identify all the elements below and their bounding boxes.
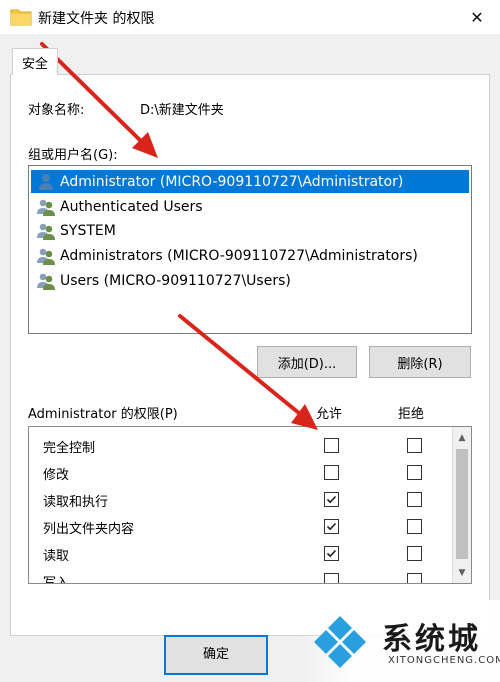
allow-checkbox[interactable]	[324, 573, 339, 583]
scroll-down-icon[interactable]: ▼	[453, 564, 471, 581]
group-users-icon	[37, 199, 55, 216]
tab-security-label: 安全	[21, 56, 48, 72]
perm-row-write: 写入	[29, 567, 449, 584]
group-users-icon	[37, 248, 55, 265]
title-bar: 新建文件夹 的权限 ✕	[0, 0, 500, 35]
user-name: Authenticated Users	[60, 198, 203, 215]
perm-name: 列出文件夹内容	[43, 522, 135, 537]
perm-row-modify: 修改	[29, 459, 449, 486]
deny-checkbox[interactable]	[407, 519, 422, 534]
perm-name: 写入	[43, 576, 70, 584]
deny-checkbox[interactable]	[407, 492, 422, 507]
deny-checkbox[interactable]	[407, 546, 422, 561]
perm-name: 完全控制	[43, 441, 96, 456]
perm-name: 读取和执行	[43, 495, 109, 510]
deny-header: 拒绝	[398, 407, 425, 422]
user-row-system[interactable]: SYSTEM	[31, 219, 469, 242]
perm-name: 读取	[43, 549, 70, 564]
user-row-administrators[interactable]: Administrators (MICRO-909110727\Administ…	[31, 244, 469, 267]
perm-row-list-folder: 列出文件夹内容	[29, 513, 449, 540]
perm-row-full-control: 完全控制	[29, 432, 449, 459]
perm-row-read: 读取	[29, 540, 449, 567]
watermark-text: 系统城	[382, 622, 481, 657]
perm-name: 修改	[43, 468, 70, 483]
groups-label: 组或用户名(G):	[28, 148, 118, 163]
permissions-table: 完全控制 修改 读取和执行 列出文件夹内容 读取 写入 ▲ ▼	[28, 426, 472, 584]
user-name: Administrator (MICRO-909110727\Administr…	[60, 173, 404, 190]
watermark-subtext: XITONGCHENG.COM	[388, 655, 500, 666]
user-row-authenticated-users[interactable]: Authenticated Users	[31, 195, 469, 218]
allow-header: 允许	[316, 407, 343, 422]
group-users-icon	[37, 223, 55, 240]
checkmark-icon	[326, 549, 337, 558]
close-button[interactable]: ✕	[454, 0, 500, 34]
deny-checkbox[interactable]	[407, 465, 422, 480]
checkmark-icon	[326, 522, 337, 531]
group-users-icon	[37, 273, 55, 290]
user-row-users[interactable]: Users (MICRO-909110727\Users)	[31, 269, 469, 292]
allow-checkbox[interactable]	[324, 546, 339, 561]
user-name: Administrators (MICRO-909110727\Administ…	[60, 247, 418, 264]
perm-row-read-execute: 读取和执行	[29, 486, 449, 513]
single-user-icon	[39, 173, 53, 190]
allow-checkbox[interactable]	[324, 465, 339, 480]
allow-checkbox[interactable]	[324, 519, 339, 534]
ok-button[interactable]: 确定	[164, 635, 268, 675]
tab-security[interactable]: 安全	[12, 48, 58, 75]
folder-icon	[10, 9, 32, 26]
deny-checkbox[interactable]	[407, 438, 422, 453]
allow-checkbox[interactable]	[324, 438, 339, 453]
deny-checkbox[interactable]	[407, 573, 422, 583]
user-row-administrator[interactable]: Administrator (MICRO-909110727\Administr…	[31, 170, 469, 193]
close-icon: ✕	[470, 7, 484, 27]
object-name-value: D:\新建文件夹	[140, 103, 224, 118]
user-name: SYSTEM	[60, 222, 116, 239]
object-name-label: 对象名称:	[28, 103, 85, 118]
scroll-up-icon[interactable]: ▲	[453, 429, 471, 446]
permissions-scrollbar[interactable]: ▲ ▼	[452, 427, 471, 583]
add-button[interactable]: 添加(D)...	[257, 346, 357, 378]
remove-button[interactable]: 删除(R)	[369, 346, 471, 378]
window-title: 新建文件夹 的权限	[38, 11, 155, 27]
scroll-thumb[interactable]	[456, 449, 468, 559]
permissions-label: Administrator 的权限(P)	[28, 407, 178, 422]
user-name: Users (MICRO-909110727\Users)	[60, 272, 291, 289]
checkmark-icon	[326, 495, 337, 504]
allow-checkbox[interactable]	[324, 492, 339, 507]
users-list[interactable]: Administrator (MICRO-909110727\Administr…	[28, 165, 472, 334]
